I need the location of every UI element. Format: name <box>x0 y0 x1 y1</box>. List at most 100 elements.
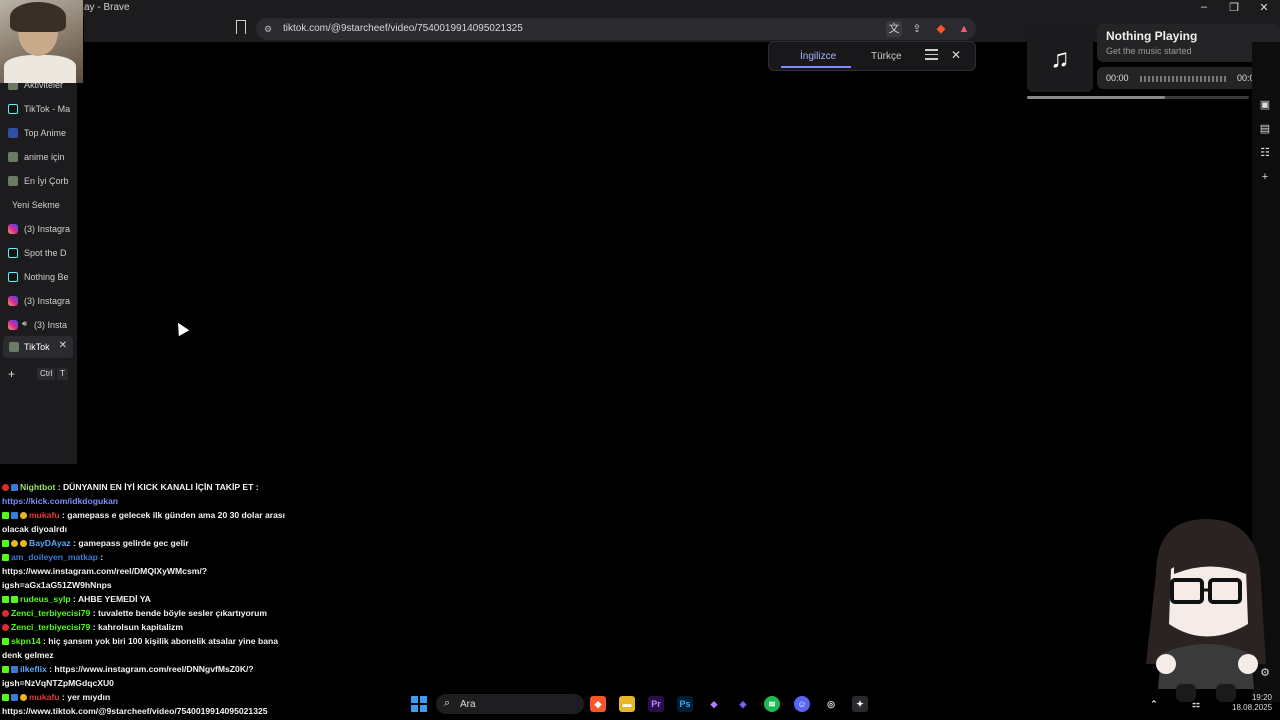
spotify-icon[interactable]: ≋ <box>764 696 780 712</box>
discord-icon[interactable]: ☺ <box>794 696 810 712</box>
tab-source-language[interactable]: İngilizce <box>800 51 836 62</box>
stream-chat: Nightbot : DÜNYANIN EN İYİ KICK KANALI İ… <box>0 466 300 720</box>
chat-message: Nightbot : DÜNYANIN EN İYİ KICK KANALI İ… <box>2 480 259 494</box>
chat-badge-icon <box>2 512 9 520</box>
steam-icon[interactable]: ◎ <box>823 696 839 712</box>
sidebar-tab[interactable]: TikTok - Ma <box>0 98 77 120</box>
chat-message: am_doileyen_matkap : <box>2 550 103 564</box>
window-titlebar: ay - Brave – ❐ ✕ <box>0 0 1280 16</box>
sidebar-tab[interactable]: Top Anime <box>0 122 77 144</box>
chat-text: https://www.instagram.com/reel/DMQIXyWMc… <box>2 566 208 576</box>
tiktok-icon <box>9 342 19 352</box>
chat-separator: : <box>55 482 63 492</box>
chat-badge-icon <box>2 610 9 618</box>
sidebar-tab[interactable]: En İyi Çorb <box>0 170 77 192</box>
sidebar-tab[interactable]: anime için <box>0 146 77 168</box>
chat-badge-icon <box>20 540 27 548</box>
chat-username[interactable]: mukafu <box>29 510 60 520</box>
photoshop-icon[interactable]: Ps <box>677 696 693 712</box>
sidebar-tab[interactable]: Yeni Sekme <box>0 194 77 216</box>
translate-popup: İngilizce Türkçe ✕ <box>768 41 976 71</box>
chat-username[interactable]: skpn14 <box>11 636 41 646</box>
close-window-icon[interactable]: ✕ <box>1254 1 1274 14</box>
chat-username[interactable]: ilkeflix <box>20 664 47 674</box>
network-icon[interactable]: ⚏ <box>1188 696 1204 712</box>
wallet-icon[interactable]: ▣ <box>1258 98 1272 112</box>
mal-icon <box>8 128 18 138</box>
add-panel-icon[interactable]: + <box>1258 170 1272 184</box>
obsidian-icon[interactable]: ◆ <box>706 696 722 712</box>
speaker-icon: 🔊︎ <box>22 319 28 328</box>
sidebar-tab[interactable]: (3) Instagra <box>0 290 77 312</box>
chat-text: igsh=NzVqNTZpMGdqcXU0 <box>2 678 114 688</box>
premiere-icon[interactable]: Pr <box>648 696 664 712</box>
tray-chevron-icon[interactable]: ⌃ <box>1146 696 1162 712</box>
clock[interactable]: 19:20 18.08.2025 <box>1232 693 1272 713</box>
chat-separator: : <box>90 608 98 618</box>
tab-label: En İyi Çorb <box>24 176 69 186</box>
music-time-current: 00:00 <box>1106 73 1129 83</box>
chat-badge-icon <box>2 638 9 646</box>
bookmarks-icon[interactable]: ▤ <box>1258 122 1272 136</box>
chat-username[interactable]: Zenci_terbiyecisi79 <box>11 622 90 632</box>
chat-username[interactable]: Nightbot <box>20 482 55 492</box>
chat-badge-icon <box>11 484 18 492</box>
maximize-icon[interactable]: ❐ <box>1224 1 1244 14</box>
translate-icon[interactable]: 文 <box>886 21 902 37</box>
chat-username[interactable]: rudeus_sylp <box>20 594 71 604</box>
tab-target-language[interactable]: Türkçe <box>871 51 902 62</box>
music-subtitle: Get the music started <box>1106 46 1192 56</box>
clock-date: 18.08.2025 <box>1232 703 1273 712</box>
minimize-icon[interactable]: – <box>1194 1 1214 13</box>
tab-label: Top Anime <box>24 128 67 138</box>
chat-badge-icon <box>11 596 18 604</box>
windows-taskbar <box>0 688 1280 720</box>
sidebar-tab[interactable]: Spot the D <box>0 242 77 264</box>
chat-message: BayDAyaz : gamepass gelirde gec gelir <box>2 536 189 550</box>
tab-label: Nothing Be <box>24 272 69 282</box>
bookmark-icon[interactable] <box>236 20 246 34</box>
chat-badge-icon <box>11 540 18 548</box>
chat-username[interactable]: am_doileyen_matkap <box>11 552 98 562</box>
linear-icon[interactable]: ◈ <box>735 696 751 712</box>
chat-text: kahrolsun kapitalizm <box>97 622 183 632</box>
sidebar-tab-active[interactable]: TikTok ✕ <box>3 336 73 358</box>
active-app-icon[interactable]: ✦ <box>852 696 868 712</box>
clock-time: 19:20 <box>1251 693 1272 702</box>
chat-text: AHBE YEMEDİ YA <box>77 594 151 604</box>
music-note-icon: ♫ <box>1027 24 1093 92</box>
waveform <box>1140 76 1228 82</box>
site-info-icon[interactable]: ⚙ <box>264 24 272 35</box>
chat-message: skpn14 : hiç şansım yok biri 100 kişilik… <box>2 634 278 648</box>
music-widget: ♫ Nothing Playing Get the music started … <box>1027 24 1280 94</box>
chat-badge-icon <box>20 512 27 520</box>
close-tab-icon[interactable]: ✕ <box>59 340 67 351</box>
brave-rewards-icon[interactable]: ▲ <box>956 21 972 37</box>
file-explorer-icon[interactable]: ▬ <box>619 696 635 712</box>
tab-label: anime için <box>24 152 65 162</box>
taskbar-search[interactable]: ⌕ Ara <box>436 694 584 714</box>
reading-list-icon[interactable]: ☷ <box>1258 146 1272 160</box>
sidebar-tab[interactable]: (3) Insta 🔊︎ <box>0 314 77 336</box>
new-tab-plus-icon[interactable]: + <box>8 367 15 381</box>
instagram-icon <box>8 224 18 234</box>
tab-label: Yeni Sekme <box>12 200 60 210</box>
sidebar-tab[interactable]: (3) Instagra <box>0 218 77 240</box>
chat-message: igsh=aGx1aG51ZW9hNnps <box>2 578 112 592</box>
close-icon[interactable]: ✕ <box>951 48 961 62</box>
windows-start-icon[interactable] <box>411 696 427 712</box>
music-progress-fill <box>1027 96 1165 99</box>
music-progress-bar[interactable] <box>1027 96 1249 99</box>
url-text[interactable]: tiktok.com/@9starcheef/video/75400199140… <box>283 23 523 34</box>
brave-shields-icon[interactable]: ◆ <box>933 21 949 37</box>
chat-username[interactable]: Zenci_terbiyecisi79 <box>11 608 90 618</box>
menu-icon[interactable] <box>925 49 938 61</box>
chat-username[interactable]: BayDAyaz <box>29 538 71 548</box>
sidebar-tab[interactable]: Nothing Be <box>0 266 77 288</box>
image-icon <box>8 176 18 186</box>
brave-app-icon[interactable]: ◆ <box>590 696 606 712</box>
share-icon[interactable]: ⇪ <box>909 21 925 37</box>
search-placeholder: Ara <box>460 699 476 710</box>
chat-text[interactable]: https://kick.com/idkdogukan <box>2 496 118 506</box>
mouse-cursor <box>172 319 190 337</box>
